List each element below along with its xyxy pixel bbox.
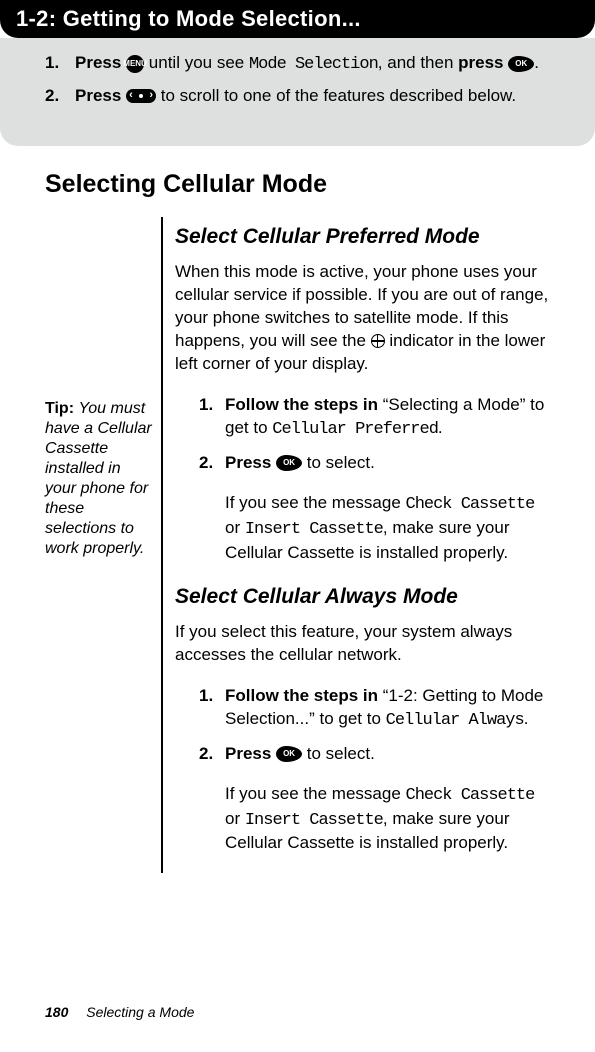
preferred-step-1-number: 1. (199, 394, 225, 442)
always-note-a: If you see the message (225, 784, 406, 803)
preferred-step-1-text: Follow the steps in “Selecting a Mode” t… (225, 394, 550, 442)
always-step-1-text: Follow the steps in “1-2: Getting to Mod… (225, 685, 550, 733)
scroll-dot-icon (139, 94, 143, 98)
always-note-mid: or (225, 809, 245, 828)
instruction-panel: 1. Press MENU until you see Mode Selecti… (0, 38, 595, 146)
preferred-step-2-number: 2. (199, 452, 225, 475)
section-title: Selecting Cellular Mode (45, 170, 550, 199)
panel-step-1-body: Press MENU until you see Mode Selection,… (75, 52, 550, 77)
preferred-step-1: 1. Follow the steps in “Selecting a Mode… (199, 394, 550, 442)
page-number: 180 (45, 1004, 68, 1020)
lcd-cellular-always: Cellular Always (386, 711, 524, 730)
page-footer: 180 Selecting a Mode (45, 1004, 194, 1020)
menu-icon: MENU (126, 55, 144, 73)
follow-steps-label: Follow the steps in (225, 686, 378, 705)
always-step-2-text: Press OK to select. (225, 743, 550, 766)
always-step-1-b: . (524, 709, 529, 728)
panel-step-2-text: to scroll to one of the features describ… (156, 86, 516, 105)
header-title: 1-2: Getting to Mode Selection... (16, 6, 595, 32)
panel-step-1: 1. Press MENU until you see Mode Selecti… (45, 52, 550, 77)
subheading-preferred: Select Cellular Preferred Mode (175, 223, 550, 251)
ok-icon: OK (276, 746, 302, 762)
always-steps: 1. Follow the steps in “1-2: Getting to … (175, 685, 550, 856)
panel-step-2-body: Press to scroll to one of the features d… (75, 85, 550, 108)
always-cassette-note: If you see the message Check Cassette or… (225, 783, 550, 856)
preferred-step-2-rest: to select. (302, 453, 375, 472)
always-step-1-number: 1. (199, 685, 225, 733)
lcd-check-cassette: Check Cassette (406, 786, 535, 805)
footer-title: Selecting a Mode (86, 1004, 194, 1020)
follow-steps-label: Follow the steps in (225, 395, 378, 414)
content-area: Tip: You must have a Cellular Cassette i… (45, 217, 550, 874)
panel-step-1-text-b: , and then (378, 53, 458, 72)
preferred-note-a: If you see the message (225, 493, 406, 512)
press-label: Press (225, 453, 271, 472)
lcd-insert-cassette: Insert Cassette (245, 811, 383, 830)
preferred-paragraph: When this mode is active, your phone use… (175, 261, 550, 376)
ok-icon: OK (276, 455, 302, 471)
globe-icon (371, 334, 385, 348)
always-step-2-number: 2. (199, 743, 225, 766)
lcd-insert-cassette: Insert Cassette (245, 520, 383, 539)
lcd-mode-selection: Mode Selection (249, 55, 378, 74)
always-step-2: 2. Press OK to select. (199, 743, 550, 766)
lcd-check-cassette: Check Cassette (406, 495, 535, 514)
preferred-step-1-b: . (438, 418, 443, 437)
preferred-steps: 1. Follow the steps in “Selecting a Mode… (175, 394, 550, 565)
always-step-2-rest: to select. (302, 744, 375, 763)
lcd-cellular-preferred: Cellular Preferred (272, 420, 438, 439)
panel-step-1-text-a: until you see (144, 53, 249, 72)
subheading-always: Select Cellular Always Mode (175, 583, 550, 611)
panel-step-1-end: . (534, 53, 539, 72)
preferred-cassette-note: If you see the message Check Cassette or… (225, 492, 550, 565)
panel-step-2: 2. Press to scroll to one of the feature… (45, 85, 550, 108)
main-column: Select Cellular Preferred Mode When this… (161, 217, 550, 874)
press-label: Press (225, 744, 271, 763)
always-paragraph: If you select this feature, your system … (175, 621, 550, 667)
press-label: Press (75, 86, 121, 105)
always-step-1: 1. Follow the steps in “1-2: Getting to … (199, 685, 550, 733)
tip-label: Tip: (45, 400, 78, 417)
ok-icon: OK (508, 56, 534, 72)
header-block: 1-2: Getting to Mode Selection... (0, 0, 595, 38)
tip-sidebar: Tip: You must have a Cellular Cassette i… (45, 399, 161, 874)
press-label-2: press (458, 53, 503, 72)
panel-step-1-number: 1. (45, 52, 75, 77)
page: 1-2: Getting to Mode Selection... 1. Pre… (0, 0, 595, 1052)
tip-text: You must have a Cellular Cassette instal… (45, 400, 152, 557)
preferred-note-mid: or (225, 518, 245, 537)
preferred-step-2: 2. Press OK to select. (199, 452, 550, 475)
press-label: Press (75, 53, 121, 72)
preferred-step-2-text: Press OK to select. (225, 452, 550, 475)
panel-step-2-number: 2. (45, 85, 75, 108)
scroll-icon (126, 89, 156, 103)
